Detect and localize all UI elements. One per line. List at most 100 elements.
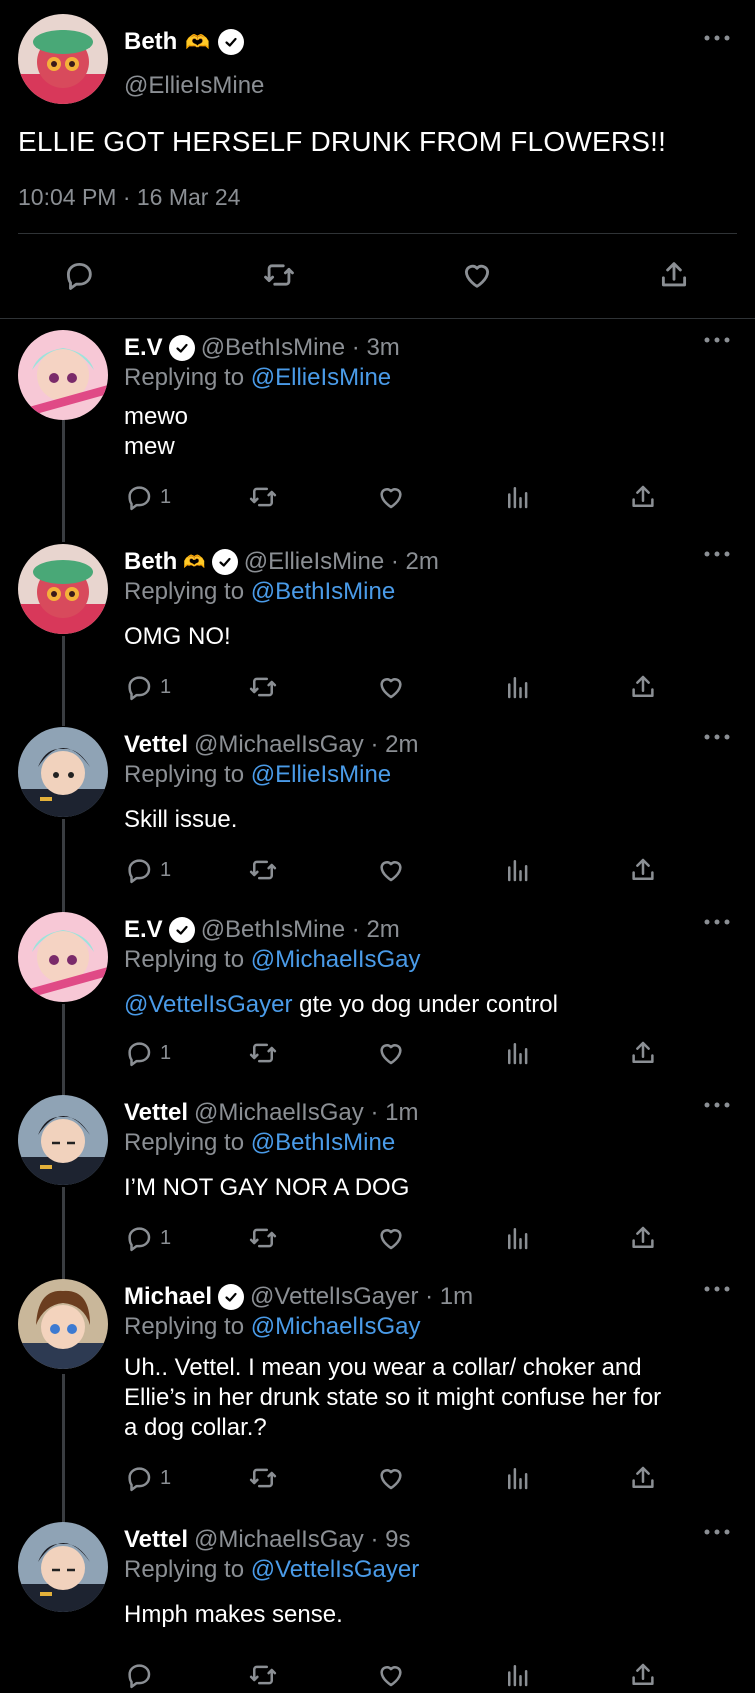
more-icon[interactable] bbox=[704, 550, 730, 558]
tweet-text: mewo mew bbox=[124, 403, 189, 460]
reply-icon[interactable] bbox=[62, 258, 96, 292]
more-icon[interactable] bbox=[704, 918, 730, 926]
share-icon[interactable] bbox=[628, 1660, 658, 1690]
views-icon[interactable] bbox=[503, 672, 533, 702]
author-handle[interactable]: @EllieIsMine bbox=[124, 72, 264, 100]
avatar[interactable] bbox=[18, 330, 108, 420]
share-icon[interactable] bbox=[628, 1463, 658, 1493]
reply-icon[interactable]: 1 bbox=[124, 1223, 171, 1253]
tweet-timestamp[interactable]: 10:04 PM · 16 Mar 24 bbox=[18, 184, 240, 211]
heart-icon[interactable] bbox=[376, 482, 406, 512]
heart-icon[interactable] bbox=[376, 1038, 406, 1068]
author-handle[interactable]: @MichaelIsGay bbox=[194, 1099, 364, 1127]
author-handle[interactable]: @BethIsMine bbox=[201, 916, 345, 944]
replying-to-link[interactable]: @EllieIsMine bbox=[251, 364, 391, 391]
retweet-icon[interactable] bbox=[248, 855, 278, 885]
more-icon[interactable] bbox=[704, 1101, 730, 1109]
reply-icon[interactable]: 1 bbox=[124, 482, 171, 512]
replying-to-link[interactable]: @BethIsMine bbox=[251, 578, 395, 605]
avatar[interactable] bbox=[18, 1279, 108, 1369]
share-icon[interactable] bbox=[628, 1038, 658, 1068]
share-icon[interactable] bbox=[628, 672, 658, 702]
more-icon[interactable] bbox=[704, 733, 730, 741]
replying-to-link[interactable]: @EllieIsMine bbox=[251, 761, 391, 788]
author-handle[interactable]: @EllieIsMine bbox=[244, 548, 384, 576]
heart-icon[interactable] bbox=[376, 1223, 406, 1253]
action-bar: 1 bbox=[0, 1038, 755, 1070]
share-icon[interactable] bbox=[628, 482, 658, 512]
divider bbox=[18, 233, 737, 234]
reply-icon[interactable]: 1 bbox=[124, 855, 171, 885]
author-name[interactable]: E.V bbox=[124, 916, 195, 944]
action-bar: 1 bbox=[0, 1223, 755, 1255]
author-handle[interactable]: @BethIsMine bbox=[201, 334, 345, 362]
avatar[interactable] bbox=[18, 912, 108, 1002]
retweet-icon[interactable] bbox=[248, 1660, 278, 1690]
views-icon[interactable] bbox=[503, 1223, 533, 1253]
replying-to-link[interactable]: @BethIsMine bbox=[251, 1129, 395, 1156]
more-icon[interactable] bbox=[704, 1528, 730, 1536]
tweet-text: Uh.. Vettel. I mean you wear a collar/ c… bbox=[124, 1354, 662, 1441]
share-icon[interactable] bbox=[657, 258, 691, 292]
author-name[interactable]: Beth 🫶 bbox=[124, 28, 245, 56]
author-handle[interactable]: @MichaelIsGay bbox=[194, 1526, 364, 1554]
avatar[interactable] bbox=[18, 727, 108, 817]
author-name[interactable]: Beth 🫶 bbox=[124, 548, 238, 576]
retweet-icon[interactable] bbox=[248, 482, 278, 512]
retweet-icon[interactable] bbox=[248, 672, 278, 702]
heart-icon[interactable] bbox=[376, 672, 406, 702]
verified-badge-icon bbox=[168, 917, 195, 943]
heart-icon[interactable] bbox=[376, 1463, 406, 1493]
retweet-icon[interactable] bbox=[248, 1463, 278, 1493]
reply-icon[interactable]: 1 bbox=[124, 1038, 171, 1068]
action-bar: 1 bbox=[0, 482, 755, 514]
author-name[interactable]: Vettel bbox=[124, 1099, 188, 1127]
author-name[interactable]: Michael bbox=[124, 1283, 245, 1311]
avatar[interactable] bbox=[18, 14, 108, 104]
avatar[interactable] bbox=[18, 1095, 108, 1185]
reply-icon[interactable]: 1 bbox=[124, 1463, 171, 1493]
replying-to-link[interactable]: @VettelIsGayer bbox=[251, 1556, 419, 1583]
reply-count: 1 bbox=[160, 675, 172, 698]
heart-icon[interactable] bbox=[376, 1660, 406, 1690]
views-icon[interactable] bbox=[503, 1038, 533, 1068]
avatar[interactable] bbox=[18, 1522, 108, 1612]
verified-badge-icon bbox=[211, 549, 238, 575]
share-icon[interactable] bbox=[628, 855, 658, 885]
action-bar: 1 bbox=[0, 1463, 755, 1495]
post-time: · 3m bbox=[351, 334, 400, 361]
replying-to-link[interactable]: @MichaelIsGay bbox=[251, 1313, 421, 1340]
author-handle[interactable]: @VettelIsGayer bbox=[250, 1283, 418, 1311]
author-name[interactable]: Vettel bbox=[124, 1526, 188, 1554]
post-time: · 1m bbox=[425, 1283, 474, 1310]
author-handle[interactable]: @MichaelIsGay bbox=[194, 731, 364, 759]
heart-icon[interactable] bbox=[376, 855, 406, 885]
reply-icon[interactable]: 1 bbox=[124, 672, 171, 702]
views-icon[interactable] bbox=[503, 855, 533, 885]
views-icon[interactable] bbox=[503, 482, 533, 512]
author-name[interactable]: Vettel bbox=[124, 731, 188, 759]
reply-count: 1 bbox=[160, 1226, 172, 1249]
post-time: · 1m bbox=[370, 1099, 419, 1126]
post-time: · 2m bbox=[370, 731, 419, 758]
replying-to-link[interactable]: @MichaelIsGay bbox=[251, 946, 421, 973]
retweet-icon[interactable] bbox=[248, 1038, 278, 1068]
more-icon[interactable] bbox=[704, 1285, 730, 1293]
avatar[interactable] bbox=[18, 544, 108, 634]
replying-to: Replying to @VettelIsGayer bbox=[124, 1556, 420, 1583]
verified-badge-icon bbox=[218, 29, 245, 55]
reply-count: 1 bbox=[160, 1466, 172, 1489]
author-name[interactable]: E.V bbox=[124, 334, 195, 362]
views-icon[interactable] bbox=[503, 1463, 533, 1493]
views-icon[interactable] bbox=[503, 1660, 533, 1690]
retweet-icon[interactable] bbox=[248, 1223, 278, 1253]
reply-icon[interactable] bbox=[124, 1660, 160, 1690]
more-icon[interactable] bbox=[704, 336, 730, 344]
heart-icon[interactable] bbox=[460, 258, 494, 292]
share-icon[interactable] bbox=[628, 1223, 658, 1253]
retweet-icon[interactable] bbox=[262, 258, 296, 292]
replying-to: Replying to @EllieIsMine bbox=[124, 364, 392, 391]
post-time: · 2m bbox=[351, 916, 400, 943]
more-icon[interactable] bbox=[704, 34, 730, 42]
mention-link[interactable]: @VettelIsGayer bbox=[124, 991, 292, 1018]
